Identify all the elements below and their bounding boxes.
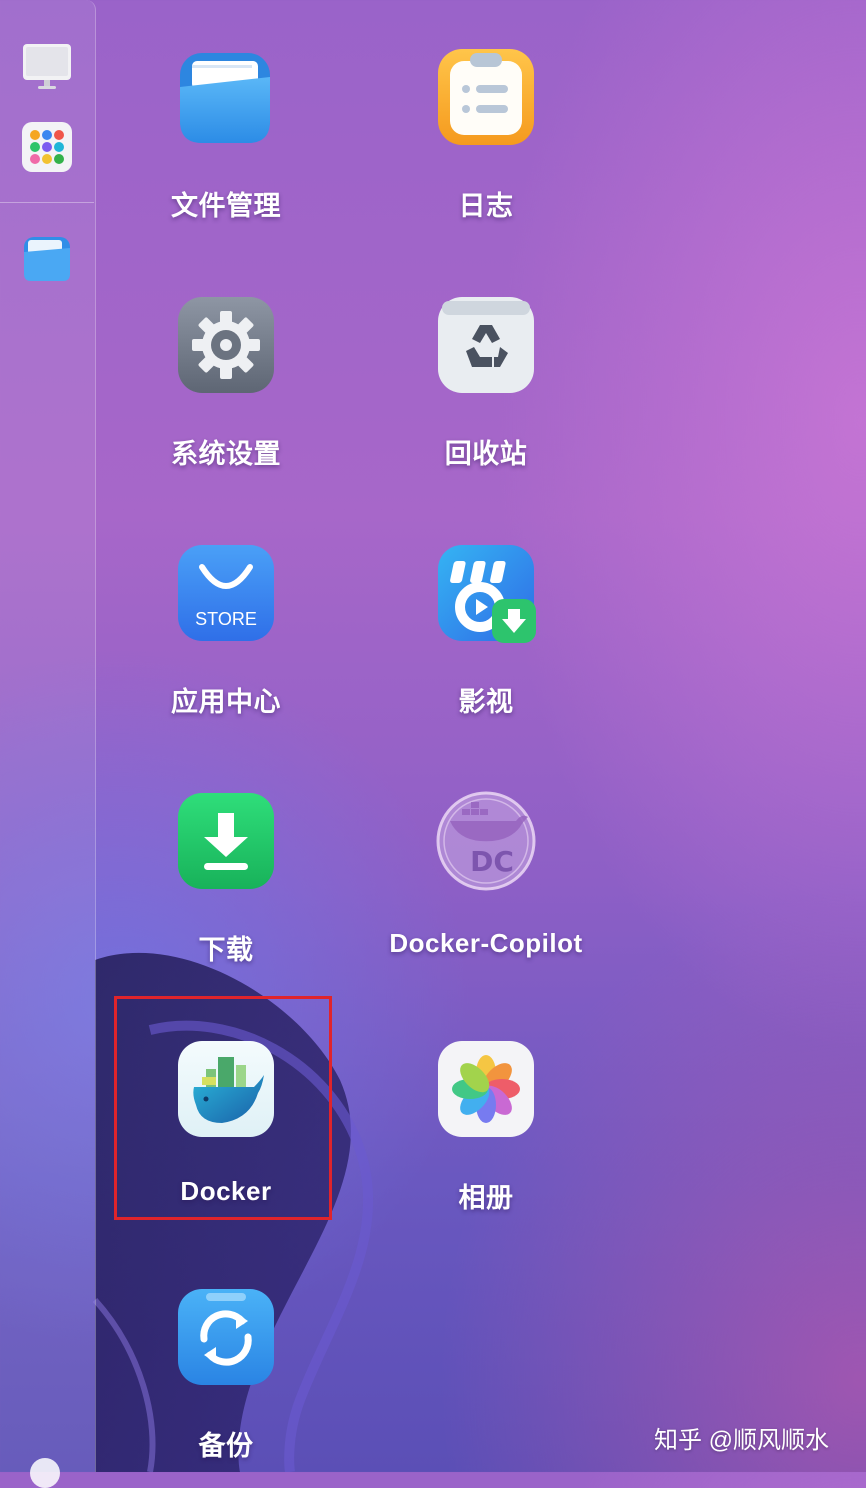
app-label: 影视: [458, 687, 514, 717]
app-label: 回收站: [444, 439, 528, 469]
notepad-icon: [436, 47, 536, 147]
store-icon: STORE: [176, 543, 276, 643]
download-icon: [176, 791, 276, 891]
backup-sync-icon: [176, 1287, 276, 1387]
app-recycle-bin[interactable]: 回收站: [366, 295, 606, 495]
app-label: Docker-Copilot: [389, 928, 583, 958]
app-download[interactable]: 下载: [106, 791, 346, 991]
video-download-icon: [436, 543, 536, 643]
docker-highlight-box: [114, 996, 332, 1220]
app-docker-copilot[interactable]: DC Docker-Copilot: [366, 791, 606, 991]
app-label: 系统设置: [171, 439, 281, 469]
recycle-bin-icon: [436, 295, 536, 395]
app-label: 日志: [458, 191, 514, 221]
app-file-manager[interactable]: 文件管理: [106, 47, 346, 247]
app-grid-icon[interactable]: [22, 122, 72, 172]
scroll-up-icon[interactable]: [30, 1458, 60, 1488]
folder-icon: [176, 47, 276, 147]
docker-copilot-icon: DC: [436, 791, 536, 891]
app-label: 下载: [198, 935, 254, 965]
app-photos[interactable]: 相册: [366, 1039, 606, 1239]
docker-copilot-icon-text: DC: [470, 845, 514, 878]
watermark-text: 知乎 @顺风顺水: [654, 1427, 830, 1454]
app-backup[interactable]: 备份: [106, 1287, 346, 1487]
app-system-settings[interactable]: 系统设置: [106, 295, 346, 495]
monitor-icon[interactable]: [22, 42, 72, 92]
app-label: 备份: [198, 1431, 254, 1461]
app-label: 应用中心: [171, 687, 281, 717]
photos-pinwheel-icon: [436, 1039, 536, 1139]
store-icon-text: STORE: [195, 609, 257, 629]
dock-sidebar: [0, 0, 96, 1488]
gear-icon: [176, 295, 276, 395]
sidebar-divider: [0, 202, 94, 203]
app-video[interactable]: 影视: [366, 543, 606, 743]
app-label: 文件管理: [171, 191, 281, 221]
folder-icon[interactable]: [22, 234, 72, 284]
app-label: 相册: [458, 1183, 514, 1213]
app-log[interactable]: 日志: [366, 47, 606, 247]
app-store[interactable]: STORE 应用中心: [106, 543, 346, 743]
